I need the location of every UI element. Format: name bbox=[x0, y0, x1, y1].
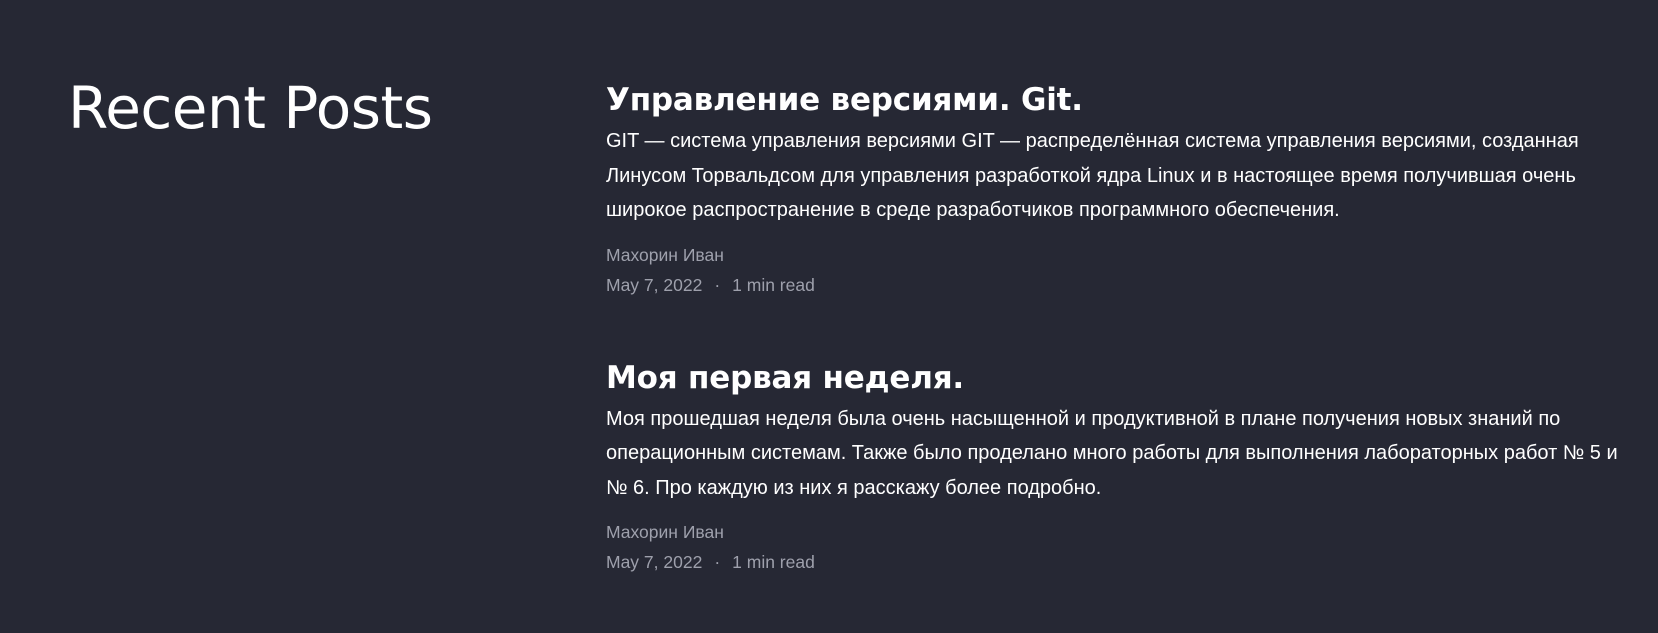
post-read-time: 1 min read bbox=[732, 552, 815, 572]
post-meta: Махорин Иван May 7, 2022 · 1 min read bbox=[606, 519, 1618, 579]
post-date: May 7, 2022 bbox=[606, 552, 703, 572]
post-info: May 7, 2022 · 1 min read bbox=[606, 268, 1618, 302]
post-date: May 7, 2022 bbox=[606, 274, 703, 295]
post-excerpt: GIT — система управления версиями GIT — … bbox=[606, 130, 1579, 221]
post-title-link[interactable]: Управление версиями. Git. bbox=[606, 78, 1618, 122]
post-author: Махорин Иван bbox=[606, 522, 724, 542]
post-title-link[interactable]: Моя первая неделя. bbox=[606, 356, 1618, 400]
post-read-time: 1 min read bbox=[732, 274, 815, 295]
post-list: Управление версиями. Git. GIT — система … bbox=[606, 78, 1618, 633]
post-info: May 7, 2022 · 1 min read bbox=[606, 545, 1618, 579]
section-title: Recent Posts bbox=[68, 74, 433, 142]
meta-separator: · bbox=[714, 552, 721, 572]
post-excerpt: Моя прошедшая неделя была очень насыщенн… bbox=[606, 407, 1618, 499]
post-meta: Махорин Иван May 7, 2022 · 1 min read bbox=[606, 242, 1618, 302]
post-item: Управление версиями. Git. GIT — система … bbox=[606, 78, 1618, 302]
recent-posts-page: Recent Posts Управление версиями. Git. G… bbox=[0, 0, 1658, 615]
post-author: Махорин Иван bbox=[606, 244, 724, 265]
meta-separator: · bbox=[714, 274, 721, 295]
post-item: Моя первая неделя. Моя прошедшая неделя … bbox=[606, 356, 1618, 580]
